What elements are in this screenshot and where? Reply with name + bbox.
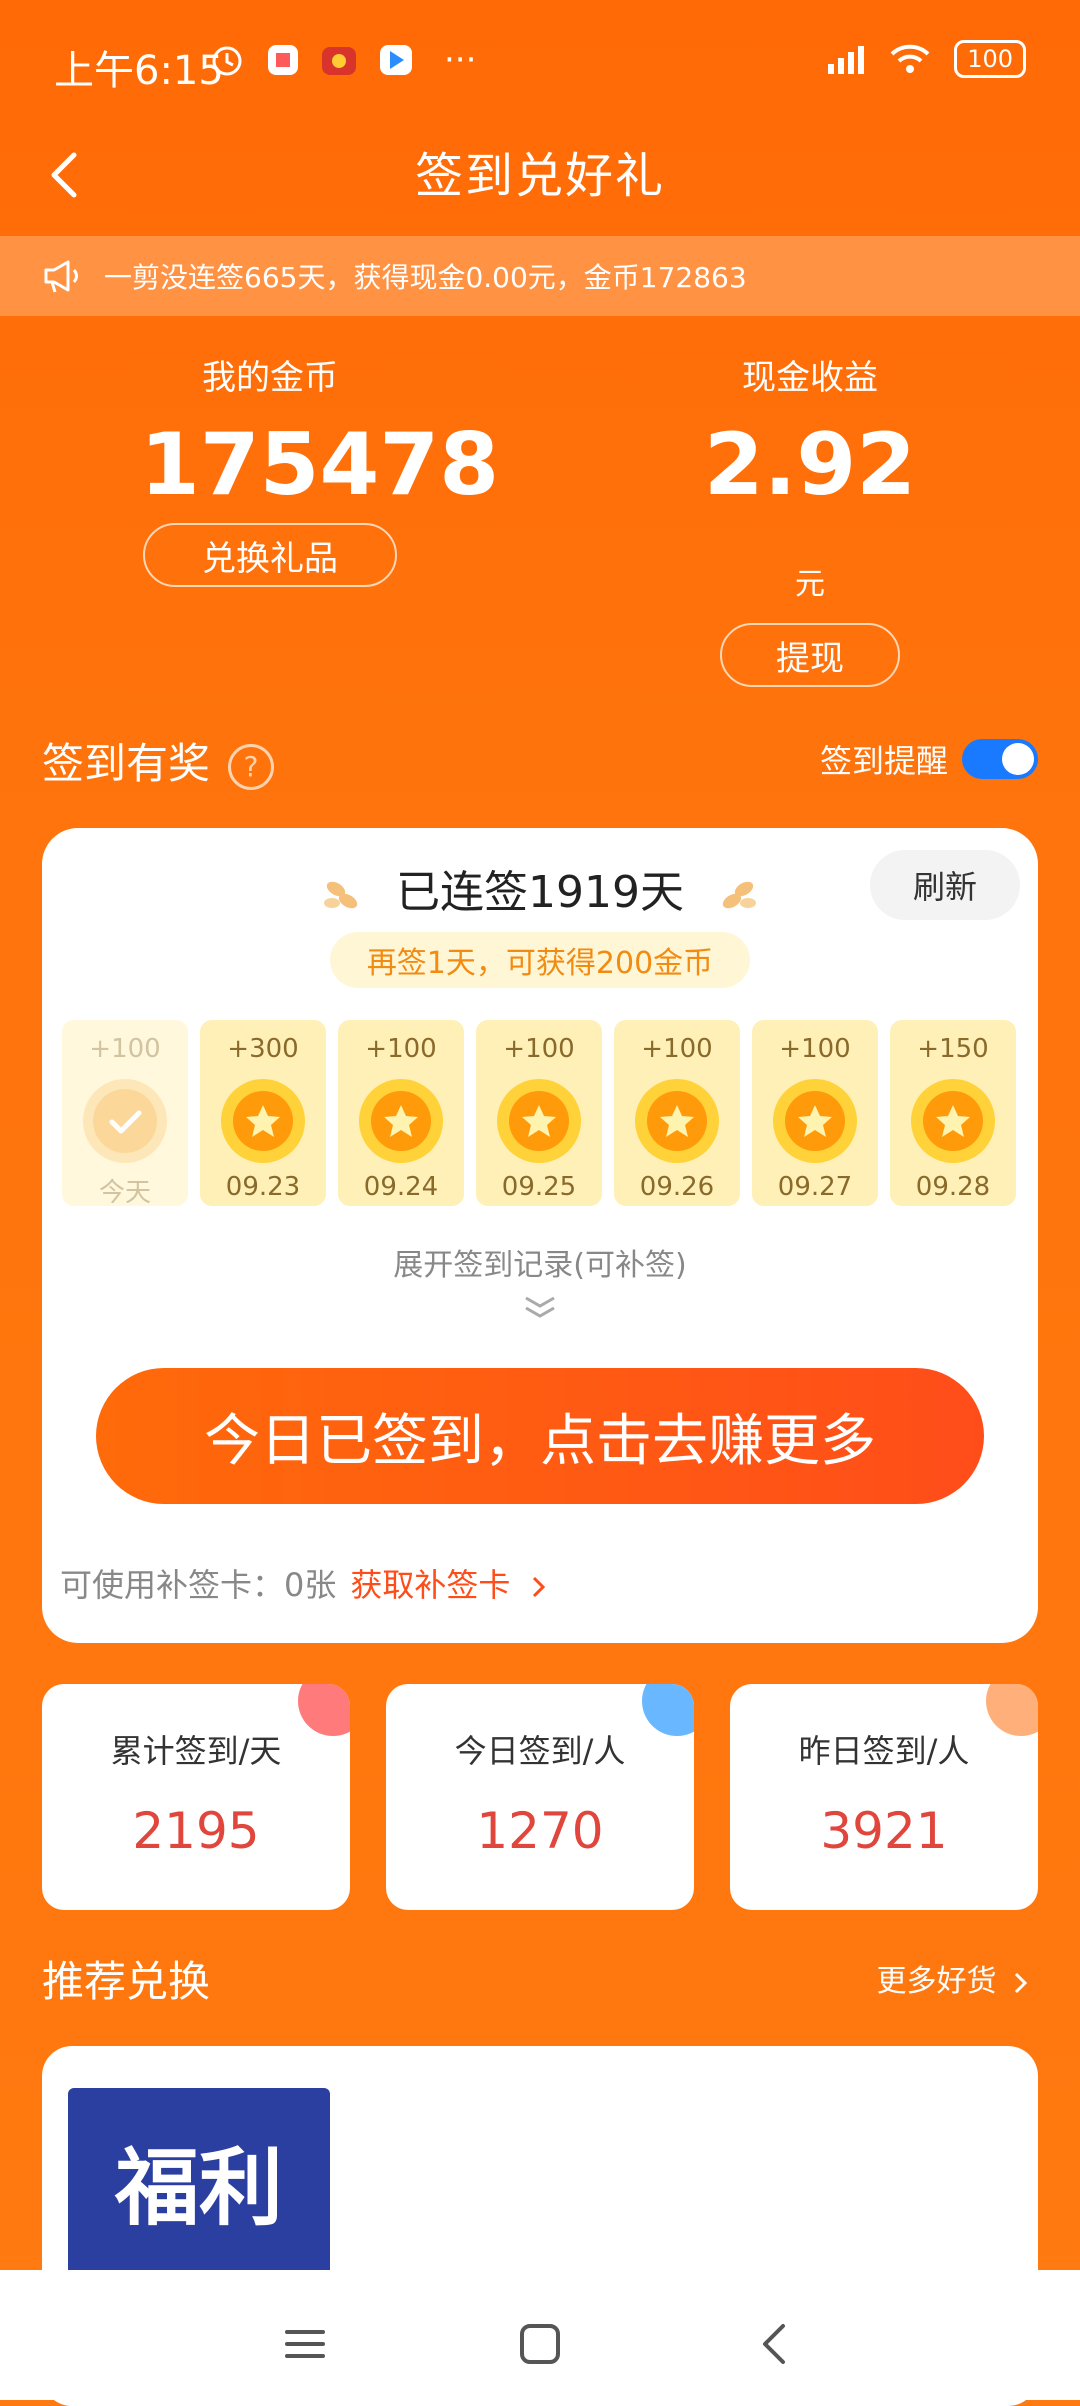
status-system-icons: 100 [814, 40, 1026, 78]
day-reward: +150 [917, 1034, 989, 1064]
day-date: 09.25 [501, 1172, 577, 1202]
get-makeup-card-label: 获取补签卡 [350, 1566, 511, 1604]
coins-label: 我的金币 [202, 358, 338, 398]
day-card[interactable]: +150 09.28 [890, 1020, 1016, 1206]
total-checkin-card: 累计签到/天 2195 [42, 1684, 350, 1910]
makeup-card-count: 可使用补签卡：0张 [60, 1566, 337, 1604]
coins-value: 175478 [140, 415, 500, 515]
menu-icon[interactable] [275, 2314, 335, 2374]
day-reward: +100 [779, 1034, 851, 1064]
refresh-button[interactable]: 刷新 [870, 850, 1020, 920]
status-time: 上午6:15 [54, 48, 224, 94]
system-nav-bar [0, 2270, 1080, 2400]
laurel-right-icon [722, 881, 756, 909]
day-date: 09.28 [915, 1172, 991, 1202]
coin-star-icon [773, 1079, 857, 1163]
today-checkin-card: 今日签到/人 1270 [386, 1684, 694, 1910]
checkin-title-text: 签到有奖 [42, 739, 211, 788]
page-title: 签到兑好礼 [414, 148, 665, 204]
get-makeup-card-link[interactable]: 获取补签卡 [350, 1566, 548, 1604]
day-reward: +100 [641, 1034, 713, 1064]
chevron-right-icon [1014, 1972, 1028, 1993]
coin-star-icon [221, 1079, 305, 1163]
laurel-left-icon [324, 881, 358, 909]
chevron-right-icon [532, 1576, 545, 1598]
app-notification-icon [322, 47, 356, 75]
cash-stat: 现金收益 2.92 元 提现 [700, 350, 920, 687]
checkin-card: 已连签1919天 刷新 再签1天，可获得200金币 +100 今天 +300 0… [42, 828, 1038, 1643]
summary-label: 昨日签到/人 [798, 1732, 970, 1770]
app-notification-icon [380, 45, 412, 75]
redeem-gift-button[interactable]: 兑换礼品 [143, 523, 397, 587]
coins-stat: 我的金币 175478 兑换礼品 [140, 350, 500, 587]
streak-text: 已连签1919天 [396, 867, 684, 918]
more-goods-link[interactable]: 更多好货 [876, 1956, 1030, 2000]
day-reward: +300 [227, 1034, 299, 1064]
app-notification-icon [268, 45, 298, 75]
cash-unit: 元 [795, 567, 825, 602]
summary-label: 累计签到/天 [110, 1732, 282, 1770]
wifi-icon [890, 44, 930, 73]
signal-icon [828, 46, 865, 74]
coin-star-icon [911, 1079, 995, 1163]
checkin-section-title: 签到有奖? [42, 730, 275, 791]
day-date: 09.26 [639, 1172, 715, 1202]
cash-label: 现金收益 [742, 358, 878, 398]
page: 上午6:15 ··· 100 签到兑好礼 一剪没连签665天，获得现金0.00元… [0, 0, 1080, 2406]
day-card[interactable]: +100 09.24 [338, 1020, 464, 1206]
day-card-today[interactable]: +100 今天 [62, 1020, 188, 1208]
bonus-tip: 再签1天，可获得200金币 [330, 932, 750, 988]
day-card[interactable]: +100 09.25 [476, 1020, 602, 1206]
reminder-toggle[interactable] [962, 739, 1038, 779]
summary-value: 3921 [820, 1802, 948, 1860]
day-date: 09.27 [777, 1172, 853, 1202]
day-reward: +100 [89, 1034, 161, 1064]
checkin-reminder: 签到提醒 [820, 736, 1038, 782]
status-bar: 上午6:15 ··· 100 [0, 0, 1080, 130]
day-reward: +100 [503, 1034, 575, 1064]
alarm-icon [212, 46, 242, 76]
day-date: 今天 [98, 1178, 151, 1208]
makeup-card-row: 可使用补签卡：0张 获取补签卡 [60, 1560, 549, 1606]
toggle-knob [1002, 743, 1034, 775]
coin-star-icon [635, 1079, 719, 1163]
withdraw-button[interactable]: 提现 [720, 623, 900, 687]
summary-label: 今日签到/人 [454, 1732, 626, 1770]
summary-cards: 累计签到/天 2195 今日签到/人 1270 昨日签到/人 3921 [42, 1684, 1038, 1910]
more-goods-label: 更多好货 [876, 1964, 997, 1999]
home-icon[interactable] [510, 2314, 570, 2374]
earn-more-button[interactable]: 今日已签到，点击去赚更多 [96, 1368, 984, 1504]
notice-text: 一剪没连签665天，获得现金0.00元，金币172863 [104, 261, 747, 294]
day-card[interactable]: +300 09.23 [200, 1020, 326, 1206]
day-date: 09.23 [225, 1172, 301, 1202]
day-card[interactable]: +100 09.27 [752, 1020, 878, 1206]
checked-coin-icon [83, 1079, 167, 1163]
notice-bar: 一剪没连签665天，获得现金0.00元，金币172863 [0, 236, 1080, 316]
coin-star-icon [359, 1079, 443, 1163]
summary-value: 2195 [132, 1802, 260, 1860]
checkin-days: +100 今天 +300 09.23 +100 09.24 +100 09.25… [62, 1020, 1022, 1210]
more-notifications-icon: ··· [444, 40, 477, 80]
megaphone-icon [44, 260, 78, 293]
back-icon[interactable] [745, 2314, 805, 2374]
nav-bar: 签到兑好礼 [0, 130, 1080, 230]
welfare-item-image[interactable]: 福利 [68, 2088, 330, 2288]
expand-records-link[interactable]: 展开签到记录(可补签) [42, 1240, 1038, 1284]
coin-star-icon [497, 1079, 581, 1163]
day-card[interactable]: +100 09.26 [614, 1020, 740, 1206]
day-reward: +100 [365, 1034, 437, 1064]
recommend-title: 推荐兑换 [42, 1957, 211, 2006]
battery-indicator: 100 [954, 40, 1026, 78]
cash-amount: 2.92 元 [700, 415, 920, 615]
yesterday-checkin-card: 昨日签到/人 3921 [730, 1684, 1038, 1910]
help-icon[interactable]: ? [228, 743, 275, 790]
double-chevron-down-icon[interactable] [520, 1292, 560, 1322]
summary-value: 1270 [476, 1802, 604, 1860]
day-date: 09.24 [363, 1172, 439, 1202]
reminder-label: 签到提醒 [819, 742, 948, 780]
status-notification-icons: ··· [208, 40, 476, 80]
cash-value: 2.92 [703, 415, 917, 515]
balance-section: 我的金币 175478 兑换礼品 现金收益 2.92 元 提现 [0, 350, 1080, 687]
